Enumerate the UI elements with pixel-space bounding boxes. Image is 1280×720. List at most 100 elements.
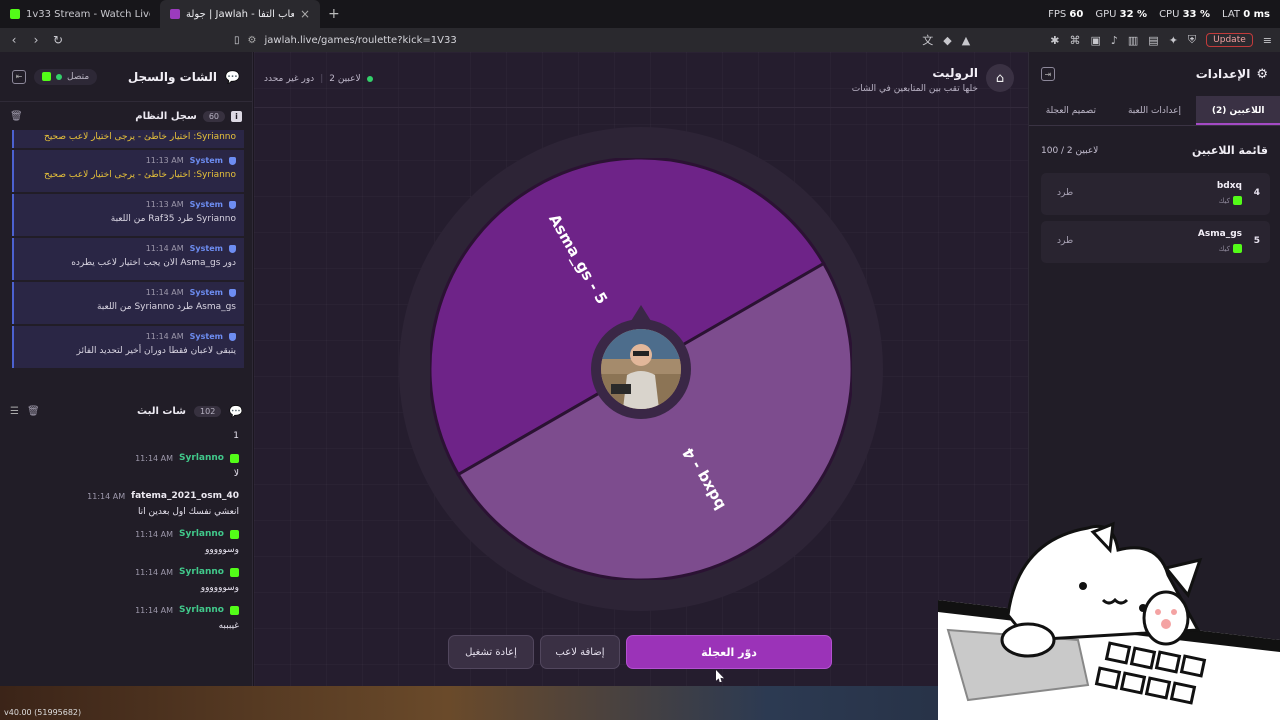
player-row: 4 bdxq كيك طرد <box>1041 173 1270 215</box>
chat-message: 11:14 AM Syrlanno وسوووووو <box>135 567 239 593</box>
kick-player-button[interactable]: طرد <box>1057 236 1073 246</box>
chat-message: 11:14 AM Syrlanno غيبببه <box>135 605 239 631</box>
performance-overlay: FPS 60 GPU 32 % CPU 33 % LAT 0 ms <box>1048 9 1280 20</box>
jawlah-favicon-icon <box>170 9 180 19</box>
game-controls: إعادة تشغيل إضافة لاعب دوّر العجلة <box>448 635 832 669</box>
translate-icon[interactable]: 文 <box>922 32 933 48</box>
home-icon: ⌂ <box>995 70 1005 86</box>
game-status: دور غير محدد | 2 لاعبين <box>264 74 373 84</box>
tab-players[interactable]: اللاعبين (2) <box>1196 96 1280 125</box>
gear-icon: ⚙ <box>1256 66 1268 82</box>
stream-chat-count: 102 <box>194 405 222 417</box>
spin-button[interactable]: دوّر العجلة <box>626 635 832 669</box>
list-item: 11:13 AM System Syrianno طرد Raf35 من الل… <box>12 194 244 236</box>
kick-favicon-icon <box>10 9 20 19</box>
cat-overlay-icon <box>938 521 1280 720</box>
live-dot-icon <box>366 76 373 82</box>
kick-icon <box>42 72 51 81</box>
system-log-list[interactable]: Syrianno: اختيار خاطئ - يرجى اختيار لاعب… <box>12 130 244 370</box>
system-log-title: سجل النظام <box>135 110 197 122</box>
leo-icon[interactable]: ✦ <box>1169 34 1178 47</box>
player-name: bdxq <box>1216 181 1242 191</box>
player-list-title: قائمة اللاعبين <box>1192 144 1268 157</box>
restart-button[interactable]: إعادة تشغيل <box>448 635 534 669</box>
stream-chat-header: ☰ 🗑 شات البث 102 💬 <box>0 398 253 424</box>
system-log-header: 🗑 سجل النظام 60 i <box>0 102 252 130</box>
cpu-stat: CPU 33 % <box>1159 8 1211 20</box>
clear-log-icon[interactable]: 🗑 <box>10 111 23 122</box>
kick-icon <box>230 529 239 539</box>
settings-header: ⇥ الإعدادات ⚙ <box>1029 52 1280 96</box>
player-number: 4 <box>1253 188 1260 198</box>
tab-title: جولة | Jawlah - منصة الألعاب التفا <box>186 8 294 20</box>
address-bar[interactable]: ▯ ⚙ jawlah.live/games/roulette?kick=1V33 <box>234 35 912 46</box>
tab-game-settings[interactable]: إعدادات اللعبة <box>1113 96 1197 125</box>
wallet-icon[interactable]: ▤ <box>1148 34 1158 47</box>
extension-icon[interactable]: ✱ <box>1050 34 1059 47</box>
player-list-count: 100 / 2 لاعبين <box>1041 145 1099 156</box>
menu-icon[interactable]: ≡ <box>1263 34 1272 47</box>
kick-icon <box>230 567 239 577</box>
kick-icon <box>230 605 239 615</box>
sidebar-icon[interactable]: ▥ <box>1128 34 1138 47</box>
players-count: 2 لاعبين <box>329 74 361 84</box>
player-list-header: 100 / 2 لاعبين قائمة اللاعبين <box>1029 126 1280 167</box>
game-title: الروليت <box>932 66 978 80</box>
reload-icon[interactable]: ↻ <box>52 33 64 47</box>
chat-message: 11:14 AM Syrlanno وسووووو <box>135 529 239 555</box>
settings-tabs: تصميم العجلة إعدادات اللعبة اللاعبين (2) <box>1029 96 1280 126</box>
clear-chat-icon[interactable]: 🗑 <box>27 406 40 417</box>
tab-wheel-design[interactable]: تصميم العجلة <box>1029 96 1113 125</box>
site-settings-icon[interactable]: ⚙ <box>248 35 257 46</box>
add-player-button[interactable]: إضافة لاعب <box>540 635 620 669</box>
collapse-panel-icon[interactable]: ⇤ <box>12 69 26 84</box>
chat-message: 1 <box>233 431 239 441</box>
close-tab-icon[interactable]: × <box>300 7 310 21</box>
forward-icon[interactable]: › <box>30 33 42 47</box>
back-icon[interactable]: ‹ <box>8 33 20 47</box>
gpu-stat: GPU 32 % <box>1095 8 1148 20</box>
filter-icon[interactable]: ☰ <box>10 406 19 417</box>
shield-icon <box>229 288 236 297</box>
brave-shield-icon[interactable]: ◆ <box>943 34 951 47</box>
home-button[interactable]: ⌂ <box>986 64 1014 92</box>
browser-tab-kick[interactable]: 1v33 Stream - Watch Live on Kick <box>0 0 160 28</box>
update-button[interactable]: Update <box>1206 33 1253 47</box>
player-row: 5 Asma_gs كيك طرد <box>1041 221 1270 263</box>
extensions-bar: 文 ◆ ▲ ✱ ⌘ ▣ ♪ ▥ ▤ ✦ ⛨ Update ≡ <box>922 32 1272 48</box>
stream-chat-list[interactable]: 1 11:14 AM Syrlanno لا 11:14 AM fatema_202… <box>0 427 253 685</box>
tab-title: 1v33 Stream - Watch Live on Kick <box>26 8 150 20</box>
url-text: jawlah.live/games/roulette?kick=1V33 <box>264 34 457 46</box>
chat-message: 11:14 AM fatema_2021_osm_40 انعشي نفسك او… <box>87 491 239 517</box>
kick-icon <box>1233 244 1242 253</box>
chat-username: fatema_2021_osm_40 <box>131 491 239 501</box>
list-item: 11:14 AM System دور Asma_gs الان يجب اختي… <box>12 238 244 280</box>
browser-tab-jawlah[interactable]: جولة | Jawlah - منصة الألعاب التفا × <box>160 0 320 28</box>
chat-title: الشات والسجل <box>127 69 218 84</box>
chat-bubble-icon: 💬 <box>225 69 240 84</box>
player-name: Asma_gs <box>1197 229 1242 239</box>
music-icon[interactable]: ♪ <box>1111 34 1118 47</box>
shield-icon <box>229 332 236 341</box>
list-item: 11:14 AM System يتبقى لاعبان فقطا دوران أ… <box>12 326 244 368</box>
shield-icon <box>229 156 236 165</box>
screenshot-icon[interactable]: ▣ <box>1090 34 1100 47</box>
bookmark-icon[interactable]: ▯ <box>234 35 240 46</box>
new-tab-button[interactable]: + <box>320 6 348 22</box>
player-number: 5 <box>1253 236 1260 246</box>
browser-tabbar: 1v33 Stream - Watch Live on Kick جولة | … <box>0 0 1280 28</box>
game-area: ⌂ الروليت خلها تقب بين المتابعين في الشا… <box>254 52 1028 686</box>
puzzle-icon[interactable]: ⌘ <box>1069 34 1080 47</box>
screen: 1v33 Stream - Watch Live on Kick جولة | … <box>0 0 1280 720</box>
chat-panel: ⇤ متصل الشات والسجل 💬 🗑 سجل النظام 60 i … <box>0 52 253 686</box>
kick-player-button[interactable]: طرد <box>1057 188 1073 198</box>
browser-toolbar: ‹ › ↻ ▯ ⚙ jawlah.live/games/roulette?kic… <box>0 28 1280 52</box>
rewards-icon[interactable]: ▲ <box>962 34 970 47</box>
shield-icon <box>229 200 236 209</box>
collapse-panel-icon[interactable]: ⇥ <box>1041 67 1055 81</box>
vpn-icon[interactable]: ⛨ <box>1188 33 1196 47</box>
online-dot-icon <box>56 73 62 80</box>
chat-username: Syrlanno <box>179 605 224 615</box>
version-label: v40.00 (51995682) <box>4 708 82 717</box>
roulette-wheel[interactable]: Asma_gs - 5 bdxq - 4 <box>399 127 883 611</box>
